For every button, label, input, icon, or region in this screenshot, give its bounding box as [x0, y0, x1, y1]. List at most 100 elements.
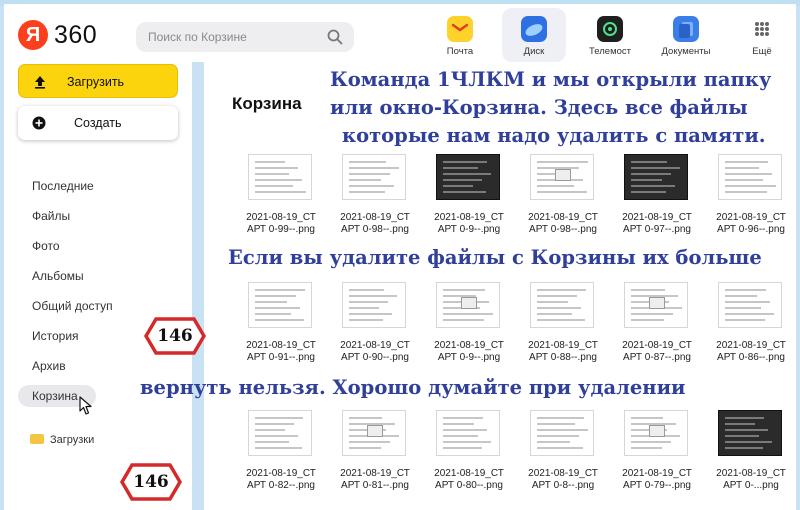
file-name: 2021-08-19_СТ АРТ 0-9--.png: [434, 340, 504, 363]
file-thumbnail: [530, 154, 594, 200]
file-thumbnail: [248, 154, 312, 200]
app-mail[interactable]: Почта: [428, 8, 492, 62]
mouse-cursor-icon: [79, 396, 92, 415]
sidebar-folder-downloads[interactable]: Загрузки: [30, 434, 94, 446]
disk-icon: [521, 16, 547, 42]
file-tile[interactable]: 2021-08-19_СТ АРТ 0-81--.png: [334, 410, 418, 510]
file-thumbnail: [530, 282, 594, 328]
file-name: 2021-08-19_СТ АРТ 0-82--.png: [246, 468, 316, 491]
sidebar-item-archive[interactable]: Архив: [18, 354, 188, 378]
file-tile[interactable]: 2021-08-19_СТ АРТ 0-9--.png: [428, 282, 512, 382]
create-button-label: Создать: [74, 116, 122, 130]
sidebar-item-shared[interactable]: Общий доступ: [18, 294, 188, 318]
folder-icon: [30, 434, 44, 444]
file-tile[interactable]: 2021-08-19_СТ АРТ 0-87--.png: [616, 282, 700, 382]
annotation-line: которые нам надо удалить с памяти.: [342, 124, 766, 147]
file-thumbnail: [718, 410, 782, 456]
plus-circle-icon: [32, 116, 46, 130]
sidebar-item-recent[interactable]: Последние: [18, 174, 188, 198]
annotation-text-1: Команда 1ЧЛКМ и мы открыли папку или окн…: [330, 66, 771, 150]
upload-button-label: Загрузить: [67, 75, 125, 89]
file-tile[interactable]: 2021-08-19_СТ АРТ 0-96--.png: [710, 154, 794, 254]
app-telemost[interactable]: Телемост: [578, 8, 642, 62]
file-thumbnail: [342, 282, 406, 328]
app-label-telemost: Телемост: [589, 46, 631, 57]
file-tile[interactable]: 2021-08-19_СТ АРТ 0-9--.png: [428, 154, 512, 254]
file-tile[interactable]: 2021-08-19_СТ АРТ 0-90--.png: [334, 282, 418, 382]
file-name: 2021-08-19_СТ АРТ 0-97--.png: [622, 212, 692, 235]
file-tile[interactable]: 2021-08-19_СТ АРТ 0-88--.png: [522, 282, 606, 382]
upload-button[interactable]: Загрузить: [18, 64, 178, 98]
file-name: 2021-08-19_СТ АРТ 0-79--.png: [622, 468, 692, 491]
file-thumbnail: [624, 410, 688, 456]
sidebar-item-albums[interactable]: Альбомы: [18, 264, 188, 288]
annotation-line: Команда 1ЧЛКМ и мы открыли папку: [330, 68, 772, 91]
file-tile[interactable]: 2021-08-19_СТ АРТ 0-79--.png: [616, 410, 700, 510]
file-tile[interactable]: 2021-08-19_СТ АРТ 0-97--.png: [616, 154, 700, 254]
app-documents[interactable]: Документы: [654, 8, 718, 62]
trash-content: Корзина 2021-08-19_СТ АРТ 0-99--.png 2021-…: [140, 62, 796, 510]
file-tile[interactable]: 2021-08-19_СТ АРТ 0-91--.png: [240, 282, 324, 382]
sidebar-item-files[interactable]: Файлы: [18, 204, 188, 228]
app-disk[interactable]: Диск: [502, 8, 566, 62]
create-button[interactable]: Создать: [18, 106, 178, 140]
file-tile[interactable]: 2021-08-19_СТ АРТ 0-80--.png: [428, 410, 512, 510]
upload-icon: [35, 76, 45, 89]
yandex-360-logo[interactable]: Я 360: [18, 20, 97, 50]
file-name: 2021-08-19_СТ АРТ 0-80--.png: [434, 468, 504, 491]
file-tile[interactable]: 2021-08-19_СТ АРТ 0-...png: [710, 410, 794, 510]
file-thumbnail: [718, 154, 782, 200]
file-thumbnail: [624, 282, 688, 328]
telemost-icon: [597, 16, 623, 42]
top-header: Я 360 Поиск по Корзине Почта Диск Телемо…: [4, 4, 796, 62]
app-more[interactable]: Ещё: [730, 8, 794, 62]
sidebar-item-photo[interactable]: Фото: [18, 234, 188, 258]
sidebar: Загрузить Создать Последние Файлы Фото А…: [4, 62, 192, 510]
file-thumbnail: [436, 410, 500, 456]
file-name: 2021-08-19_СТ АРТ 0-...png: [716, 468, 786, 491]
file-tile[interactable]: 2021-08-19_СТ АРТ 0-82--.png: [240, 410, 324, 510]
search-icon[interactable]: [326, 28, 344, 46]
count-badge: 146: [120, 462, 182, 502]
file-name: 2021-08-19_СТ АРТ 0-81--.png: [340, 468, 410, 491]
count-badge-text: 146: [133, 472, 169, 492]
file-name: 2021-08-19_СТ АРТ 0-8--.png: [528, 468, 598, 491]
file-thumbnail: [248, 282, 312, 328]
app-label-mail: Почта: [446, 46, 474, 57]
file-thumbnail: [718, 282, 782, 328]
count-badge: 146: [144, 316, 206, 356]
file-thumbnail: [248, 410, 312, 456]
search-input[interactable]: Поиск по Корзине: [136, 22, 354, 52]
file-tile[interactable]: 2021-08-19_СТ АРТ 0-99--.png: [240, 154, 324, 254]
annotation-text-3: вернуть нельзя. Хорошо думайте при удале…: [140, 376, 686, 399]
file-tile[interactable]: 2021-08-19_СТ АРТ 0-8--.png: [522, 410, 606, 510]
file-tile[interactable]: 2021-08-19_СТ АРТ 0-98--.png: [334, 154, 418, 254]
app-label-disk: Диск: [523, 46, 545, 57]
annotation-line: или окно-Корзина. Здесь все файлы: [330, 96, 748, 119]
file-name: 2021-08-19_СТ АРТ 0-88--.png: [528, 340, 598, 363]
file-name: 2021-08-19_СТ АРТ 0-91--.png: [246, 340, 316, 363]
file-tile[interactable]: 2021-08-19_СТ АРТ 0-86--.png: [710, 282, 794, 382]
documents-icon: [673, 16, 699, 42]
file-name: 2021-08-19_СТ АРТ 0-98--.png: [528, 212, 598, 235]
file-name: 2021-08-19_СТ АРТ 0-96--.png: [716, 212, 786, 235]
file-name: 2021-08-19_СТ АРТ 0-86--.png: [716, 340, 786, 363]
app-label-more: Ещё: [752, 46, 772, 57]
mail-icon: [447, 16, 473, 42]
file-thumbnail: [342, 154, 406, 200]
file-thumbnail: [436, 282, 500, 328]
file-thumbnail: [624, 154, 688, 200]
file-name: 2021-08-19_СТ АРТ 0-98--.png: [340, 212, 410, 235]
page-title: Корзина: [232, 94, 302, 113]
app-label-documents: Документы: [661, 46, 711, 57]
count-badge-text: 146: [157, 326, 193, 346]
file-name: 2021-08-19_СТ АРТ 0-87--.png: [622, 340, 692, 363]
file-thumbnail: [342, 410, 406, 456]
search-placeholder: Поиск по Корзине: [148, 30, 247, 44]
more-icon: [749, 16, 775, 42]
logo-text: 360: [54, 20, 98, 49]
file-thumbnail: [530, 410, 594, 456]
annotation-text-2: Если вы удалите файлы с Корзины их больш…: [228, 246, 762, 269]
file-tile[interactable]: 2021-08-19_СТ АРТ 0-98--.png: [522, 154, 606, 254]
yandex-logo-icon: Я: [18, 20, 48, 50]
